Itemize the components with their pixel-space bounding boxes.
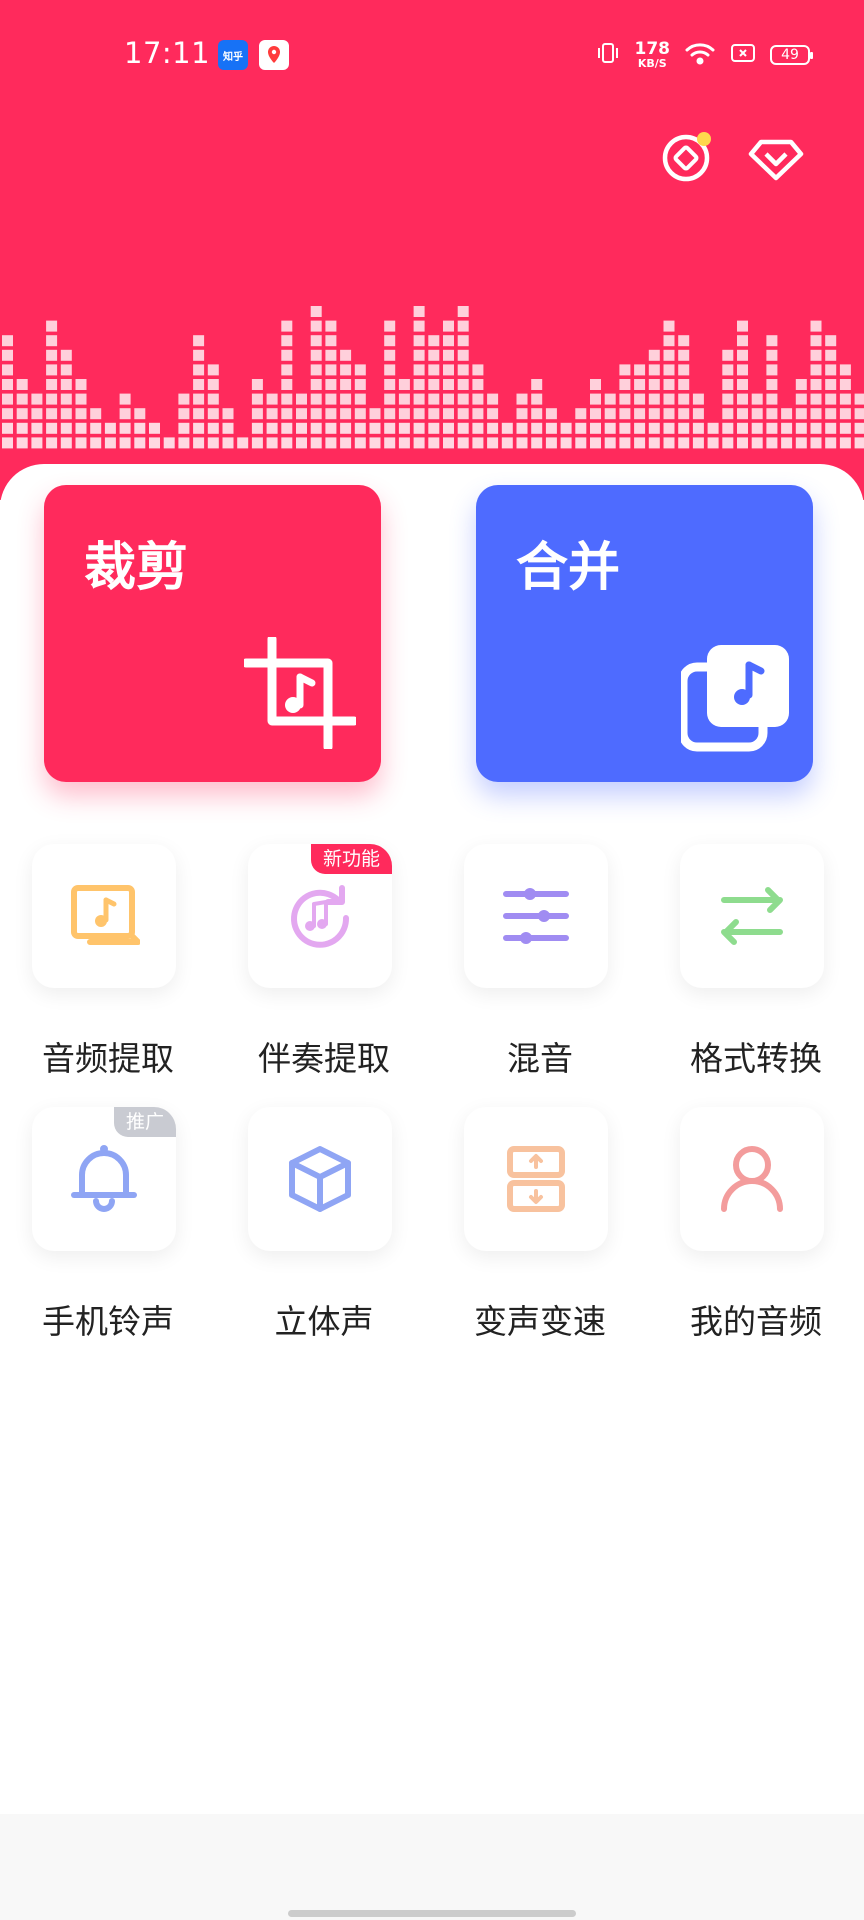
net-speed-value: 178: [634, 39, 671, 59]
wifi-icon: [684, 40, 716, 70]
voice-speed-icon: [507, 1146, 565, 1212]
cut-label: 裁剪: [84, 538, 189, 598]
tool-badge: 推广: [113, 1107, 176, 1137]
tool-label: 音频提取: [42, 1039, 174, 1078]
bottom-area: [0, 1814, 864, 1920]
tool-label: 混音: [507, 1039, 573, 1078]
tool-icon-box[interactable]: [248, 1107, 392, 1251]
no-sim-icon: [730, 42, 756, 68]
accompaniment-icon: [291, 885, 350, 948]
coin-button[interactable]: [660, 128, 716, 184]
tool-icon-box[interactable]: [680, 1107, 824, 1251]
zhihu-notification-icon: 知乎: [218, 40, 248, 70]
tool-label: 格式转换: [690, 1039, 822, 1078]
merge-label: 合并: [516, 538, 621, 598]
tool-icon-box[interactable]: [32, 844, 176, 988]
merge-card[interactable]: 合并: [476, 485, 813, 782]
mixer-icon: [503, 888, 569, 944]
tool-label: 变声变速: [474, 1302, 606, 1341]
diamond-icon: [748, 139, 804, 181]
cut-card[interactable]: 裁剪: [44, 485, 381, 782]
tool-icon-box[interactable]: [680, 844, 824, 988]
user-icon: [721, 1146, 783, 1212]
tool-icon-box[interactable]: 新功能: [248, 844, 392, 988]
bell-icon: [71, 1145, 137, 1212]
map-notification-icon: [259, 40, 289, 70]
tool-label: 手机铃声: [42, 1302, 174, 1341]
battery-indicator: 49: [770, 45, 813, 65]
merge-music-icon: [681, 645, 789, 752]
coin-icon: [662, 132, 711, 182]
status-bar: 17:11 知乎 178 KB/S 49: [0, 30, 864, 80]
status-time: 17:11: [124, 36, 211, 70]
tool-icon-box[interactable]: [464, 1107, 608, 1251]
header-banner: 17:11 知乎 178 KB/S 49: [0, 0, 864, 500]
net-speed-unit: KB/S: [637, 57, 667, 70]
tool-icon-box[interactable]: 推广: [32, 1107, 176, 1251]
stereo-cube-icon: [289, 1146, 351, 1212]
convert-icon: [721, 887, 783, 945]
audio-extract-icon: [71, 885, 140, 945]
tool-icon-box[interactable]: [464, 844, 608, 988]
tool-label: 我的音频: [690, 1302, 822, 1341]
vibrate-icon: [595, 40, 621, 70]
network-speed: 178 KB/S: [634, 39, 671, 70]
vip-button[interactable]: [748, 128, 804, 184]
home-indicator[interactable]: [288, 1910, 576, 1917]
crop-music-icon: [244, 637, 356, 749]
tool-badge: 新功能: [310, 844, 392, 874]
tool-label: 伴奏提取: [258, 1039, 390, 1078]
tool-label: 立体声: [274, 1302, 374, 1341]
